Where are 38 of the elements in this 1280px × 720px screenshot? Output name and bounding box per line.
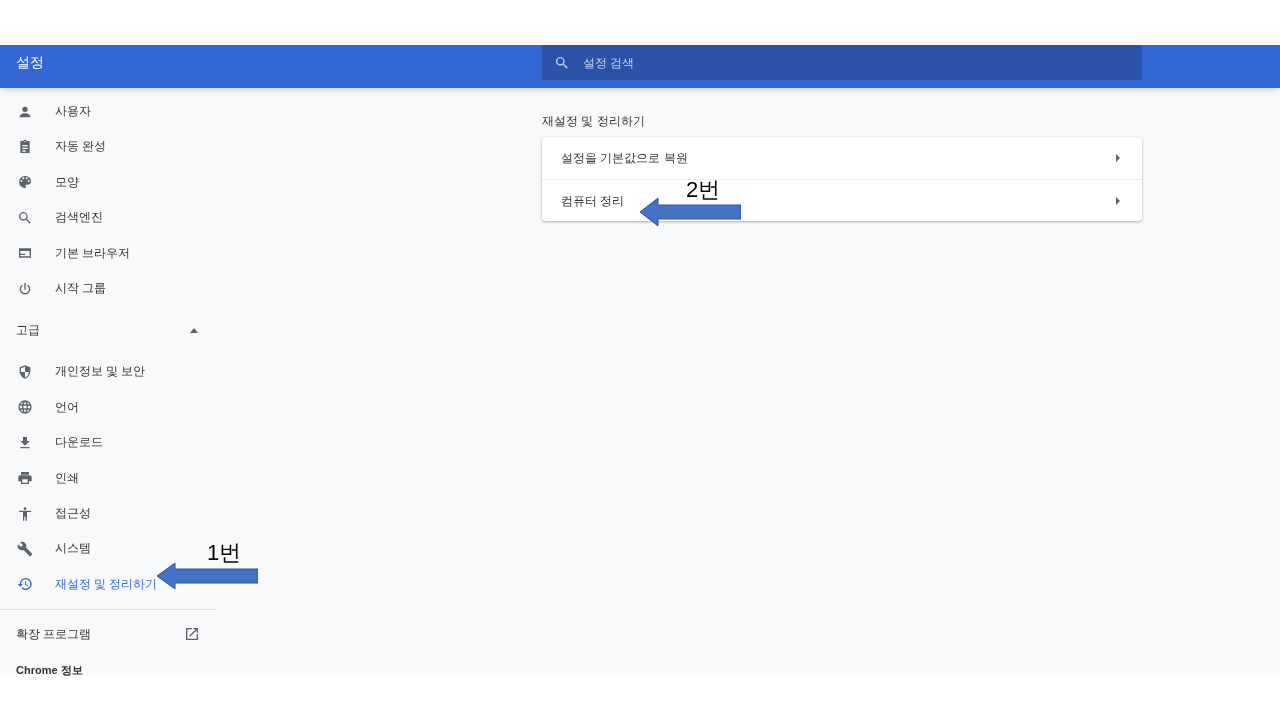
accessibility-icon: [17, 505, 33, 522]
shield-icon: [17, 364, 33, 381]
globe-icon: [17, 399, 33, 416]
advanced-toggle[interactable]: 고급: [0, 306, 216, 355]
annotation-label: 1번: [207, 542, 242, 564]
sidebar-item[interactable]: 시작 그룹: [0, 270, 107, 307]
sidebar-item[interactable]: 자동 완성: [0, 129, 107, 165]
sidebar-link[interactable]: Chrome 정보: [0, 658, 216, 683]
clipboard-icon: [17, 139, 33, 156]
power-icon: [17, 280, 33, 297]
history-icon: [17, 576, 33, 593]
printer-icon: [17, 470, 33, 487]
sidebar-item[interactable]: 재설정 및 정리하기: [0, 566, 158, 603]
sidebar-item[interactable]: 사용자: [0, 94, 91, 130]
external-link-icon: [184, 626, 200, 643]
wrench-icon: [17, 541, 33, 557]
sidebar-item[interactable]: 시스템: [0, 531, 91, 567]
search-field[interactable]: 설정 검색: [542, 45, 1142, 80]
search-icon: [554, 55, 570, 71]
caret-icon: [190, 327, 198, 333]
section-title: 재설정 및 정리하기: [542, 113, 646, 130]
sidebar-item[interactable]: 다운로드: [0, 425, 103, 461]
sidebar-item[interactable]: 기본 브라우저: [0, 235, 131, 271]
sidebar-item[interactable]: 언어: [0, 389, 79, 426]
sidebar-item[interactable]: 접근성: [0, 495, 91, 532]
annotation-label: 2번: [686, 179, 721, 201]
sidebar-item[interactable]: 인쇄: [0, 460, 79, 496]
page-title: 설정: [16, 53, 44, 72]
caret-icon: [1116, 196, 1120, 205]
sidebar-item[interactable]: 검색엔진: [0, 200, 103, 236]
sidebar-item[interactable]: 모양: [0, 164, 79, 201]
palette-icon: [17, 174, 33, 191]
download-icon: [17, 434, 33, 451]
settings-row[interactable]: 설정을 기본값으로 복원: [542, 137, 1142, 179]
sidebar-item[interactable]: 개인정보 및 보안: [0, 354, 146, 390]
caret-icon: [1116, 154, 1120, 162]
search-icon: [17, 209, 33, 226]
sidebar-link[interactable]: 확장 프로그램: [0, 610, 216, 659]
